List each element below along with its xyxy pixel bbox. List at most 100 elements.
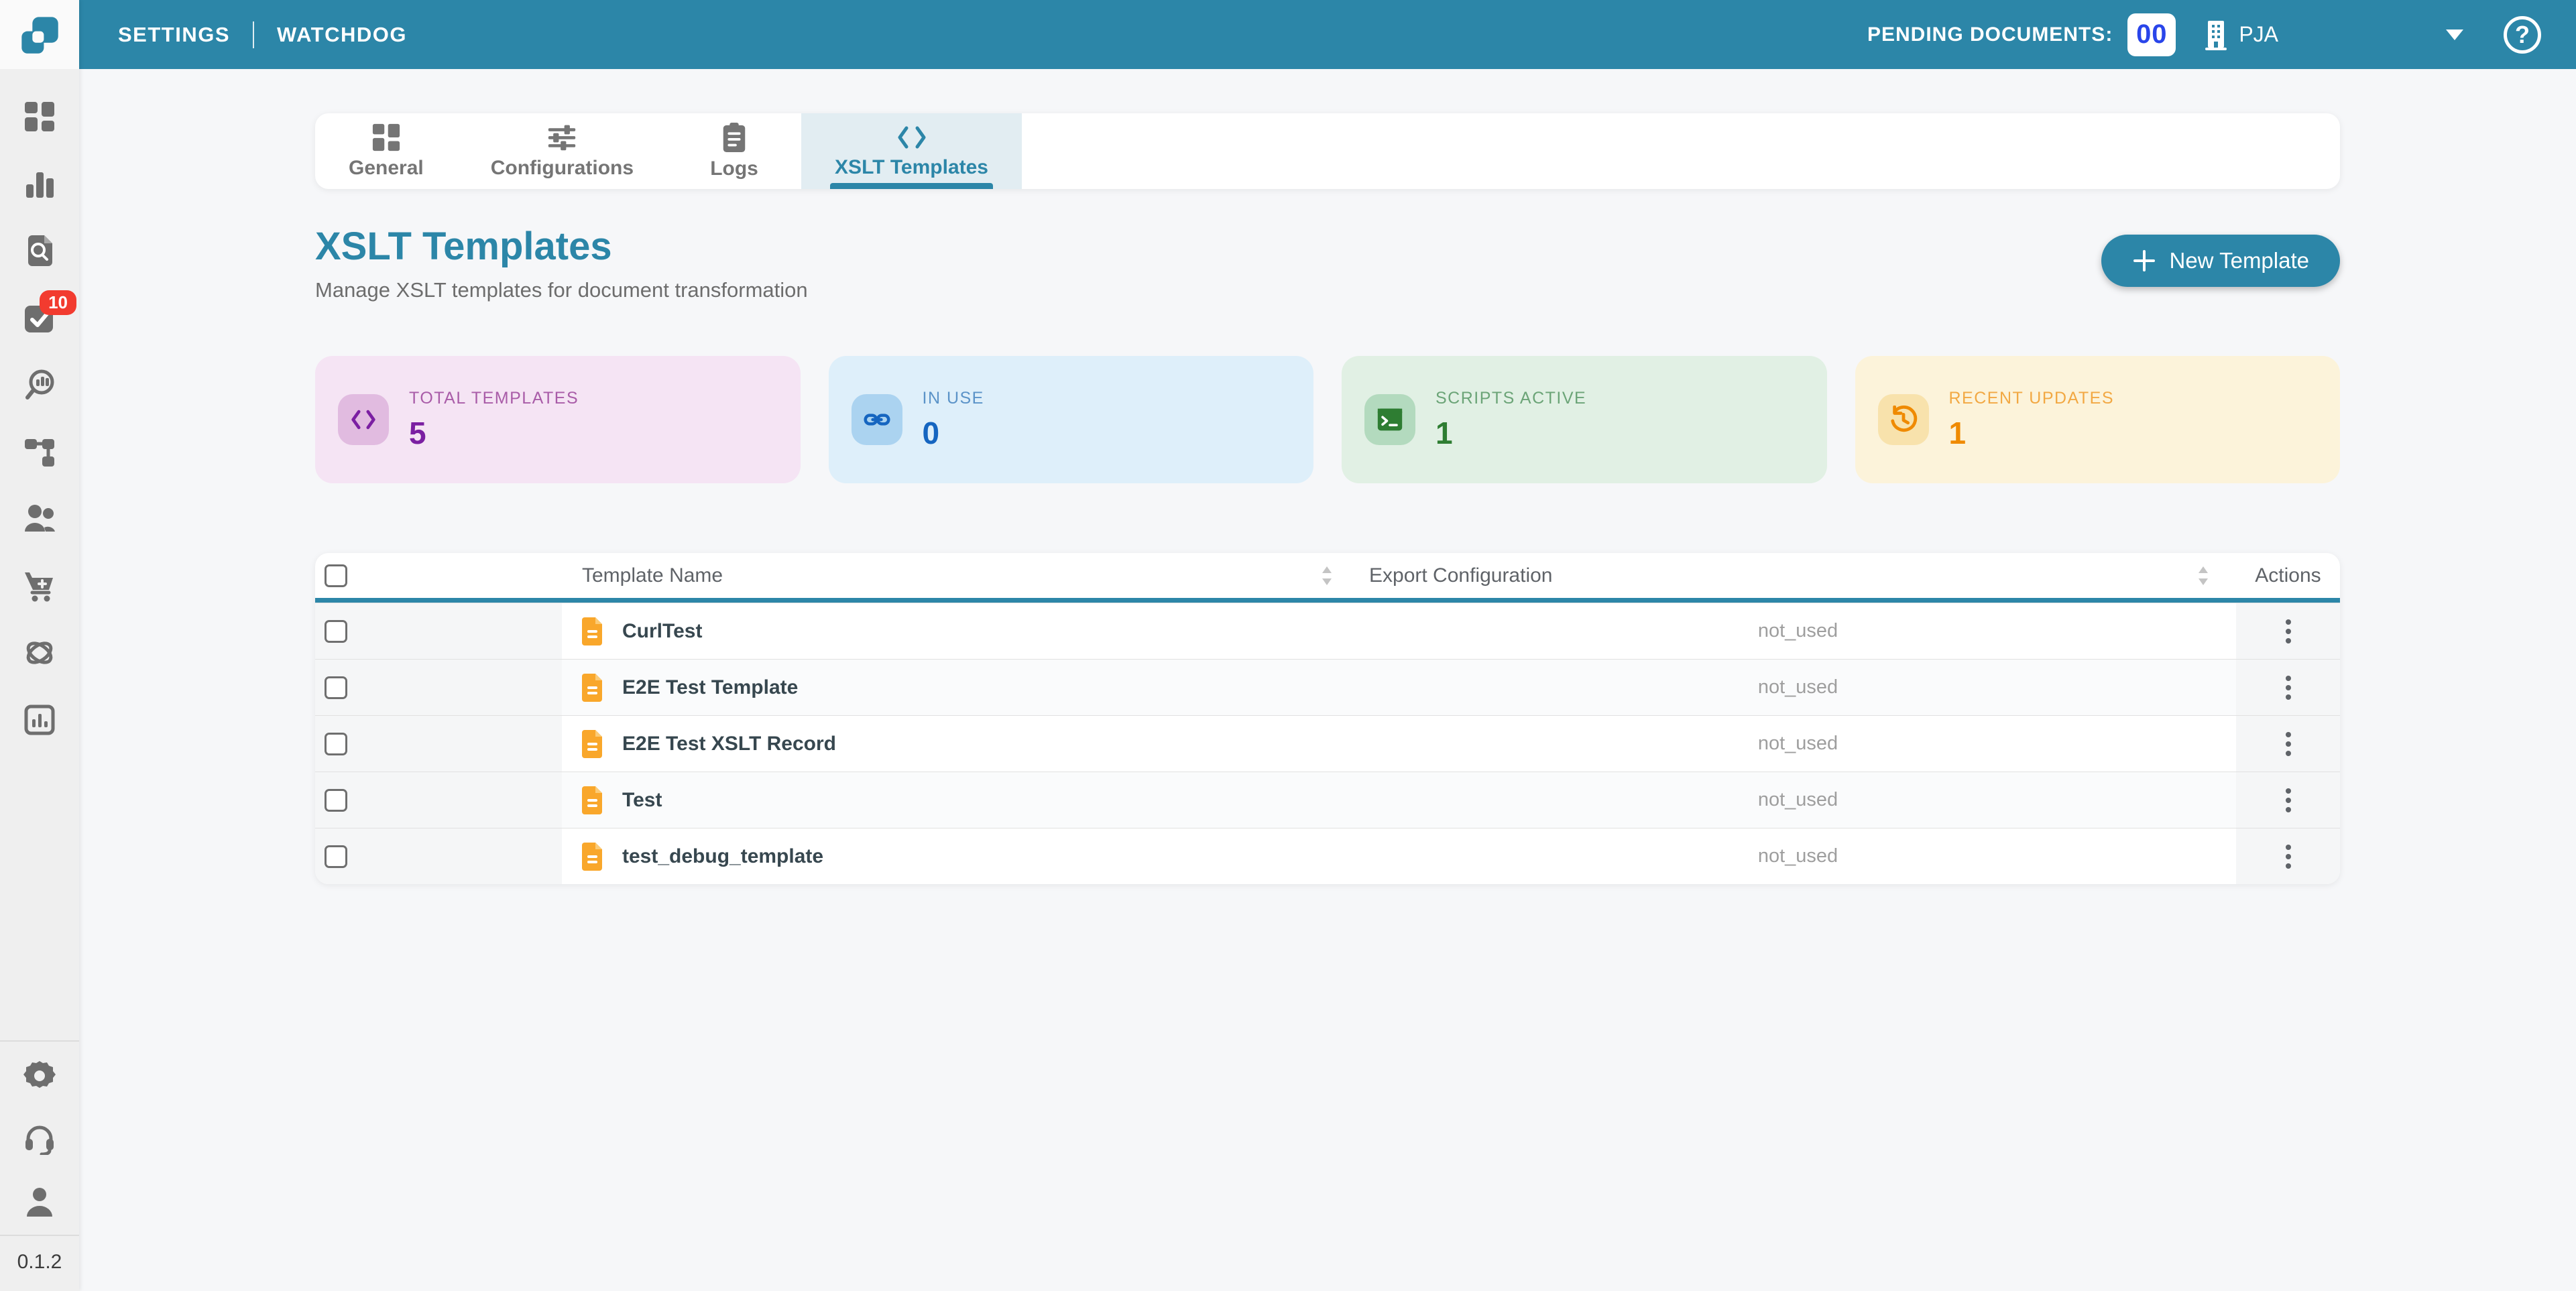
tab-general-label: General <box>349 157 424 180</box>
sort-template-name-icon[interactable] <box>1321 566 1333 586</box>
table-header: Template Name Export Configuration <box>315 553 2340 603</box>
sidebar-item-hierarchy[interactable] <box>23 435 56 469</box>
stat-card-scripts-active: SCRIPTS ACTIVE 1 <box>1342 356 1827 483</box>
top-right: PENDING DOCUMENTS: 00 PJA <box>1867 13 2541 56</box>
column-actions: Actions <box>2255 564 2321 587</box>
stat-card-recent-updates: RECENT UPDATES 1 <box>1855 356 2341 483</box>
table-row: test_debug_template not_used <box>315 828 2340 884</box>
row-checkbox[interactable] <box>325 620 347 643</box>
row-checkbox[interactable] <box>325 676 347 699</box>
sidebar-item-dashboard[interactable] <box>23 100 56 133</box>
sidebar-item-tasks[interactable]: 10 <box>23 301 56 334</box>
building-icon <box>2203 19 2229 50</box>
file-icon <box>582 617 605 646</box>
page-header: XSLT Templates Manage XSLT templates for… <box>315 224 2340 302</box>
sidebar-item-analytics[interactable] <box>23 167 56 200</box>
template-name[interactable]: CurlTest <box>622 620 702 643</box>
new-template-button[interactable]: New Template <box>2101 235 2341 287</box>
row-actions-menu[interactable] <box>2279 669 2298 706</box>
hierarchy-icon <box>24 436 55 467</box>
select-all-checkbox[interactable] <box>325 564 347 587</box>
table-row: E2E Test Template not_used <box>315 659 2340 715</box>
column-template-name: Template Name <box>582 564 723 587</box>
stat-cards: TOTAL TEMPLATES 5 <box>315 356 2340 483</box>
export-configuration-value: not_used <box>1360 845 2236 867</box>
tasks-count-badge: 10 <box>40 290 76 315</box>
app-logo[interactable] <box>0 0 79 69</box>
stat-value: 1 <box>1436 415 1586 451</box>
row-checkbox[interactable] <box>325 789 347 812</box>
nav-watchdog[interactable]: WATCHDOG <box>277 23 407 47</box>
pending-documents-count: 00 <box>2127 13 2176 56</box>
chevron-down-icon[interactable] <box>2446 29 2463 40</box>
dashboard-icon <box>24 101 55 132</box>
tab-xslt-templates[interactable]: XSLT Templates <box>801 113 1022 189</box>
sort-export-configuration-icon[interactable] <box>2197 566 2209 586</box>
tab-logs-label: Logs <box>710 158 758 180</box>
sidebar-item-search-insights[interactable] <box>23 368 56 402</box>
stat-value: 0 <box>923 415 984 451</box>
top-bar: SETTINGS WATCHDOG PENDING DOCUMENTS: 00 <box>79 0 2576 69</box>
page-content: General Configurations <box>79 69 2576 1291</box>
chart-box-icon <box>24 704 55 735</box>
new-template-label: New Template <box>2170 248 2310 273</box>
table-row: E2E Test XSLT Record not_used <box>315 715 2340 772</box>
row-actions-menu[interactable] <box>2279 613 2298 650</box>
sidebar-item-cart[interactable] <box>23 569 56 603</box>
page-title-block: XSLT Templates Manage XSLT templates for… <box>315 224 808 302</box>
template-name[interactable]: test_debug_template <box>622 845 823 868</box>
template-name[interactable]: Test <box>622 789 662 812</box>
file-icon <box>582 674 605 702</box>
sidebar-item-orbit[interactable] <box>23 636 56 670</box>
template-name[interactable]: E2E Test Template <box>622 676 798 699</box>
nav-settings[interactable]: SETTINGS <box>118 23 230 47</box>
stat-value: 1 <box>1949 415 2115 451</box>
tab-configurations[interactable]: Configurations <box>457 113 667 189</box>
row-checkbox[interactable] <box>325 733 347 755</box>
tab-general[interactable]: General <box>315 113 457 189</box>
plus-icon <box>2132 249 2156 273</box>
row-actions-menu[interactable] <box>2279 782 2298 819</box>
page-subtitle: Manage XSLT templates for document trans… <box>315 278 808 302</box>
table-row: Test not_used <box>315 772 2340 828</box>
stat-label: TOTAL TEMPLATES <box>409 389 579 408</box>
sidebar-item-users[interactable] <box>23 502 56 536</box>
sidebar-item-settings[interactable] <box>23 1059 56 1093</box>
app-root: 10 <box>0 0 2576 1291</box>
app-version: 0.1.2 <box>17 1236 62 1291</box>
headset-icon <box>23 1123 56 1155</box>
stat-card-total-templates: TOTAL TEMPLATES 5 <box>315 356 801 483</box>
sidebar-item-document-search[interactable] <box>23 234 56 267</box>
sidebar-bottom-group <box>0 1042 79 1235</box>
export-configuration-value: not_used <box>1360 676 2236 698</box>
file-icon <box>582 786 605 814</box>
templates-table: Template Name Export Configuration <box>315 553 2340 884</box>
settings-tabs: General Configurations <box>315 113 2340 189</box>
stat-label: RECENT UPDATES <box>1949 389 2115 408</box>
sidebar: 10 <box>0 0 79 1291</box>
row-checkbox[interactable] <box>325 845 347 868</box>
top-nav: SETTINGS WATCHDOG <box>118 21 407 48</box>
tab-xslt-templates-label: XSLT Templates <box>835 156 988 179</box>
code-brackets-icon <box>896 124 927 151</box>
row-actions-menu[interactable] <box>2279 838 2298 875</box>
sidebar-nav: 10 <box>23 100 56 737</box>
gear-icon <box>23 1060 56 1092</box>
tab-logs[interactable]: Logs <box>667 113 801 189</box>
organization-selector[interactable]: PJA <box>2203 19 2278 50</box>
general-icon <box>372 123 400 151</box>
template-name[interactable]: E2E Test XSLT Record <box>622 733 836 755</box>
export-configuration-value: not_used <box>1360 620 2236 642</box>
document-search-icon <box>24 235 55 266</box>
sidebar-item-profile[interactable] <box>23 1185 56 1219</box>
stat-card-in-use: IN USE 0 <box>829 356 1314 483</box>
sidebar-item-support[interactable] <box>23 1122 56 1156</box>
organization-name: PJA <box>2239 22 2278 47</box>
column-export-configuration: Export Configuration <box>1369 564 1553 587</box>
sidebar-item-reports[interactable] <box>23 703 56 737</box>
logo-icon <box>18 13 61 56</box>
terminal-icon <box>1364 394 1415 445</box>
help-button[interactable]: ? <box>2504 16 2541 54</box>
row-actions-menu[interactable] <box>2279 725 2298 763</box>
users-icon <box>23 503 56 534</box>
